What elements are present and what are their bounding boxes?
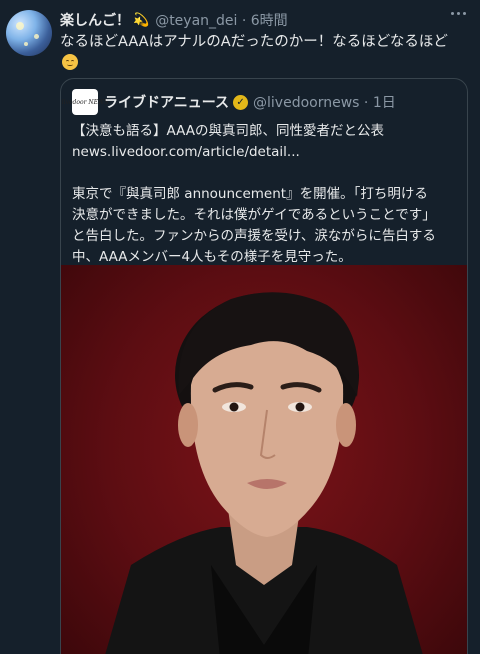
quoted-tweet[interactable]: livedoor NEWS ライブドアニュース ✓ @livedoornews … [60, 78, 468, 654]
portrait-photo [105, 292, 423, 654]
livedoor-logo[interactable]: livedoor NEWS [62, 89, 108, 115]
quoted-handle-and-time[interactable]: @livedoornews · 1日 [253, 92, 396, 112]
quoted-body-line: と告白した。ファンからの声援を受け、涙ながらに告白する [72, 228, 436, 244]
quoted-body-line: 決意ができました。それは僕がゲイであるということです」 [72, 207, 436, 223]
quoted-body-line: 東京で『與真司郎 announcement』を開催。「打ち明ける [72, 186, 428, 202]
display-name[interactable]: 楽しんご！ [60, 10, 130, 30]
more-options-icon[interactable] [451, 12, 466, 15]
avatar[interactable] [6, 10, 52, 56]
dizzy-emoji-icon: 💫 [133, 12, 150, 28]
tweet[interactable]: 楽しんご！ 💫 @teyan_dei · 6時間 なるほどAAAはアナルのAだっ… [0, 0, 480, 654]
relieved-face-icon [62, 54, 78, 70]
quoted-tweet-header: livedoor NEWS ライブドアニュース ✓ @livedoornews … [62, 89, 396, 115]
quoted-tweet-text: 【決意も語る】AAAの與真司郎、同性愛者だと公表 news.livedoor.c… [72, 121, 464, 268]
quoted-tweet-photo[interactable] [61, 265, 467, 654]
handle-and-time[interactable]: @teyan_dei · 6時間 [155, 10, 288, 30]
quoted-display-name[interactable]: ライブドアニュース [104, 92, 229, 112]
tweet-header: 楽しんご！ 💫 @teyan_dei · 6時間 [60, 10, 288, 30]
quoted-link[interactable]: news.livedoor.com/article/detail... [72, 142, 464, 163]
gold-verified-badge-icon: ✓ [233, 94, 249, 110]
quoted-headline: 【決意も語る】AAAの與真司郎、同性愛者だと公表 [72, 123, 384, 139]
tweet-text: なるほどAAAはアナルのAだったのかー！なるほどなるほど [60, 34, 448, 50]
